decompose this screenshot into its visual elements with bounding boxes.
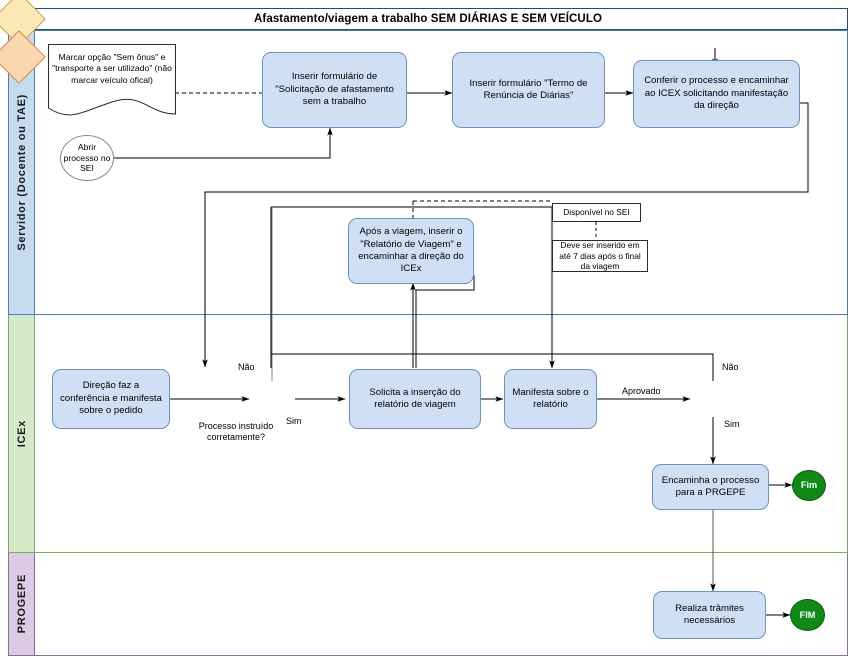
flowchart-canvas: Afastamento/viagem a trabalho SEM DIÁRIA…	[0, 0, 856, 664]
note-prazo-insercao-text: Deve ser inserido em até 7 dias após o f…	[559, 240, 641, 272]
lane-label-servidor: Servidor (Docente ou TAE)	[15, 94, 28, 251]
task-realiza-tramites[interactable]: Realiza trâmites necessários	[653, 591, 766, 639]
task-direcao-conferencia-label: Direção faz a conferência e manifesta so…	[60, 380, 162, 417]
lane-icex: ICEx	[8, 315, 848, 553]
task-relatorio-viagem-label: Após a viagem, inserir o "Relatório de V…	[358, 226, 464, 275]
task-inserir-termo-renuncia[interactable]: Inserir formulário "Termo de Renúncia de…	[452, 52, 605, 128]
start-event-abrir-processo[interactable]: Abrir processo no SEI	[60, 135, 114, 181]
lane-header-icex: ICEx	[9, 315, 35, 552]
decision-processo-instruido-label: Processo instruído corretamente?	[198, 421, 274, 442]
edge-label-nao-2: Não	[722, 362, 739, 372]
task-direcao-conferencia[interactable]: Direção faz a conferência e manifesta so…	[52, 369, 170, 429]
task-inserir-solicitacao[interactable]: Inserir formulário de "Solicitação de af…	[262, 52, 407, 128]
task-solicita-insercao[interactable]: Solicita a inserção do relatório de viag…	[349, 369, 481, 429]
note-disponivel-no-sei-text: Disponível no SEI	[563, 207, 630, 218]
start-event-label: Abrir processo no SEI	[63, 142, 111, 174]
lane-label-icex: ICEx	[15, 419, 28, 448]
edge-label-nao-1: Não	[238, 362, 255, 372]
end-event-fim-progepe[interactable]: FIM	[790, 599, 825, 631]
task-inserir-termo-renuncia-label: Inserir formulário "Termo de Renúncia de…	[469, 77, 588, 101]
end-event-fim-icex-label: Fim	[800, 480, 818, 491]
lane-body-icex	[35, 315, 847, 552]
note-prazo-insercao: Deve ser inserido em até 7 dias após o f…	[552, 240, 648, 272]
end-event-fim-icex[interactable]: Fim	[792, 470, 826, 501]
task-conferir-processo-label: Conferir o processo e encaminhar ao ICEX…	[644, 75, 789, 112]
note-disponivel-no-sei: Disponível no SEI	[552, 203, 641, 222]
edge-label-aprovado: Aprovado	[622, 386, 661, 396]
lane-header-progepe: PROGEPE	[9, 553, 35, 655]
pool-title: Afastamento/viagem a trabalho SEM DIÁRIA…	[8, 8, 848, 30]
task-inserir-solicitacao-label: Inserir formulário de "Solicitação de af…	[275, 71, 394, 108]
edge-label-sim-1: Sim	[286, 416, 302, 426]
task-realiza-tramites-label: Realiza trâmites necessários	[675, 602, 744, 626]
task-manifesta-relatorio[interactable]: Manifesta sobre o relatório	[504, 369, 597, 429]
note-marcar-opcao-text: Marcar opção "Sem ônus" e "transporte a …	[52, 52, 172, 85]
lane-label-progepe: PROGEPE	[15, 574, 28, 634]
task-manifesta-relatorio-label: Manifesta sobre o relatório	[512, 386, 589, 410]
end-event-fim-progepe-label: FIM	[799, 609, 816, 620]
task-encaminha-prgepe-label: Encaminha o processo para a PRGEPE	[661, 474, 760, 498]
task-conferir-processo[interactable]: Conferir o processo e encaminhar ao ICEX…	[633, 60, 800, 128]
task-encaminha-prgepe[interactable]: Encaminha o processo para a PRGEPE	[652, 464, 769, 510]
edge-label-sim-2: Sim	[724, 419, 740, 429]
task-relatorio-viagem[interactable]: Após a viagem, inserir o "Relatório de V…	[348, 218, 474, 284]
note-marcar-opcao: Marcar opção "Sem ônus" e "transporte a …	[48, 44, 176, 126]
task-solicita-insercao-label: Solicita a inserção do relatório de viag…	[369, 386, 461, 410]
